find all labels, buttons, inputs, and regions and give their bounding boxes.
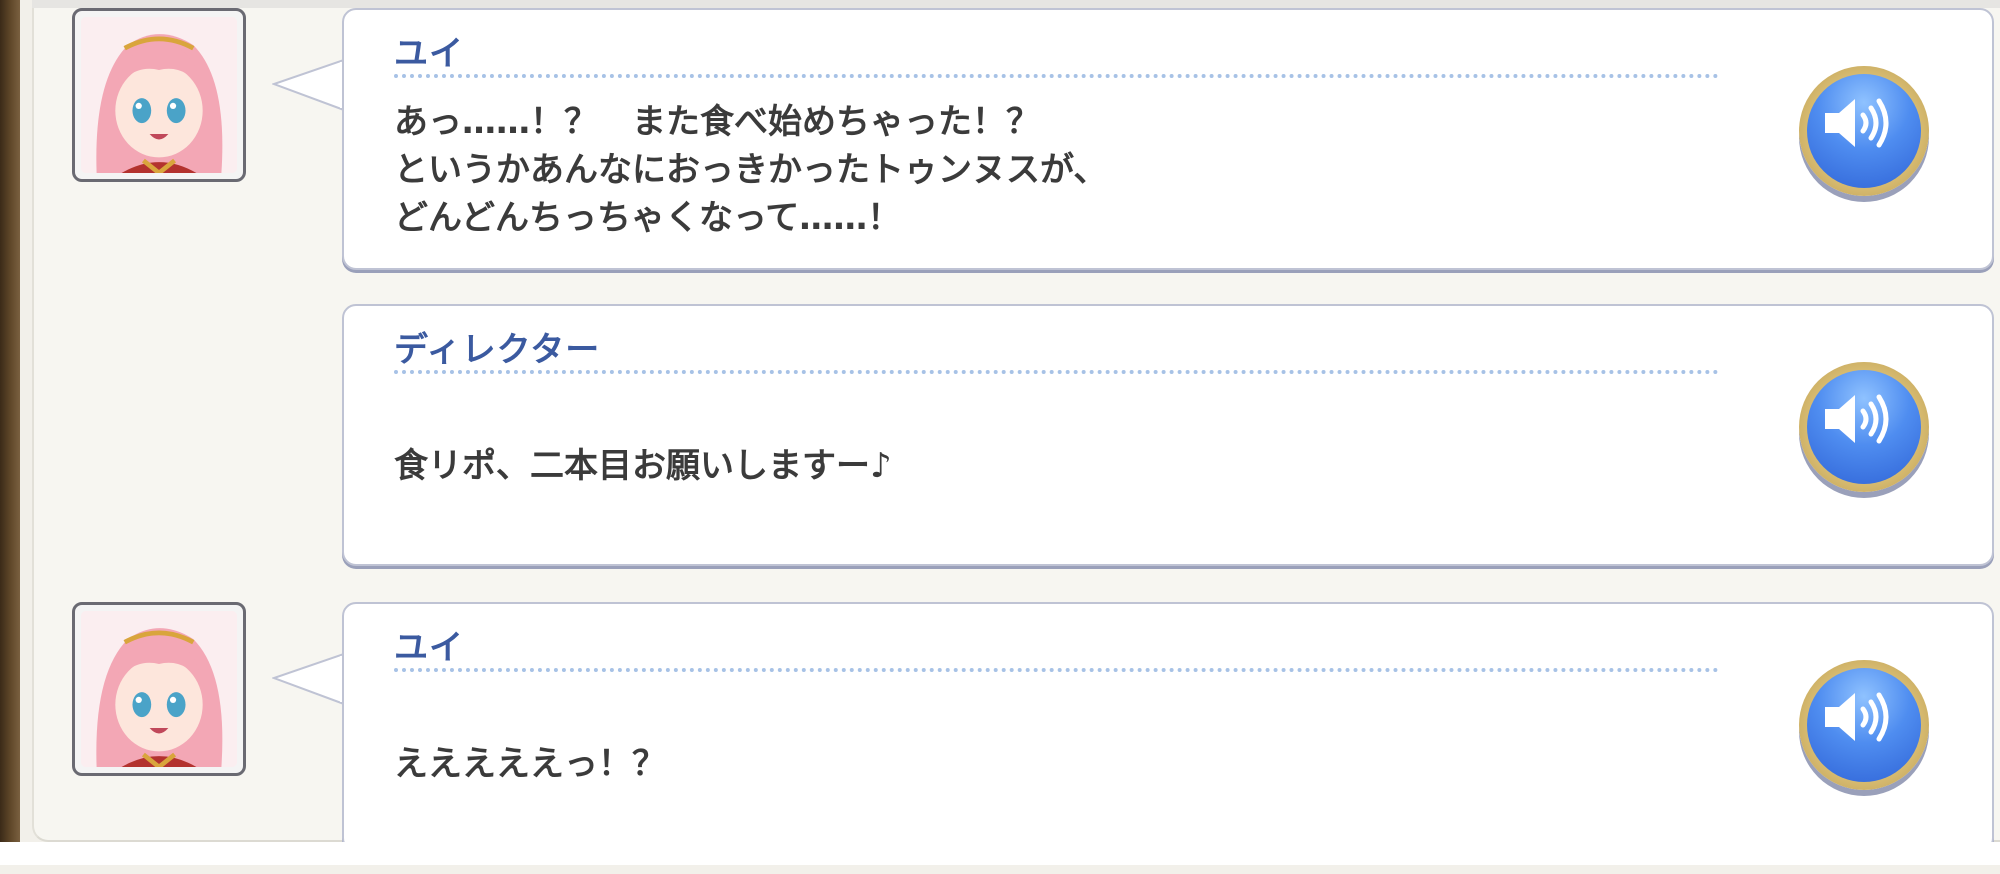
yui-portrait-icon — [81, 611, 237, 767]
log-entry: ディレクター 食リポ、二本目お願いしますー♪ — [0, 296, 2000, 576]
speaker-name: ディレクター — [394, 330, 601, 370]
name-divider — [394, 370, 1719, 374]
name-divider — [394, 74, 1719, 78]
voice-replay-button[interactable] — [1799, 362, 1929, 492]
log-bottom-edge — [0, 842, 2000, 865]
dialogue-bubble: ユイ あっ……！？ また食べ始めちゃった！？ というかあんなにおっきかったトゥン… — [342, 8, 1994, 270]
voice-replay-button[interactable] — [1799, 660, 1929, 790]
log-entry: ユイ あっ……！？ また食べ始めちゃった！？ というかあんなにおっきかったトゥン… — [0, 0, 2000, 280]
speaker-sound-icon — [1825, 692, 1889, 742]
speaker-sound-icon — [1825, 394, 1889, 444]
speaker-name: ユイ — [394, 34, 464, 74]
yui-portrait-icon — [81, 17, 237, 173]
dialogue-line: 食リポ、二本目お願いしますー♪ — [394, 446, 892, 486]
speech-bubble-tail — [272, 652, 344, 706]
speaker-sound-icon — [1825, 98, 1889, 148]
character-portrait — [72, 602, 246, 776]
dialogue-line: どんどんちっちゃくなって……！ — [394, 198, 902, 238]
dialogue-line: えええええっ！？ — [394, 744, 666, 784]
character-portrait — [72, 8, 246, 182]
log-entry: ユイ えええええっ！？ — [0, 594, 2000, 874]
dialogue-line: あっ……！？ また食べ始めちゃった！？ — [394, 102, 1040, 142]
name-divider — [394, 668, 1719, 672]
speaker-name: ユイ — [394, 628, 464, 668]
speech-bubble-tail — [272, 58, 344, 112]
voice-replay-button[interactable] — [1799, 66, 1929, 196]
dialogue-bubble: ユイ えええええっ！？ — [342, 602, 1994, 852]
dialogue-line: というかあんなにおっきかったトゥンヌスが、 — [394, 150, 1108, 190]
dialogue-bubble: ディレクター 食リポ、二本目お願いしますー♪ — [342, 304, 1994, 566]
